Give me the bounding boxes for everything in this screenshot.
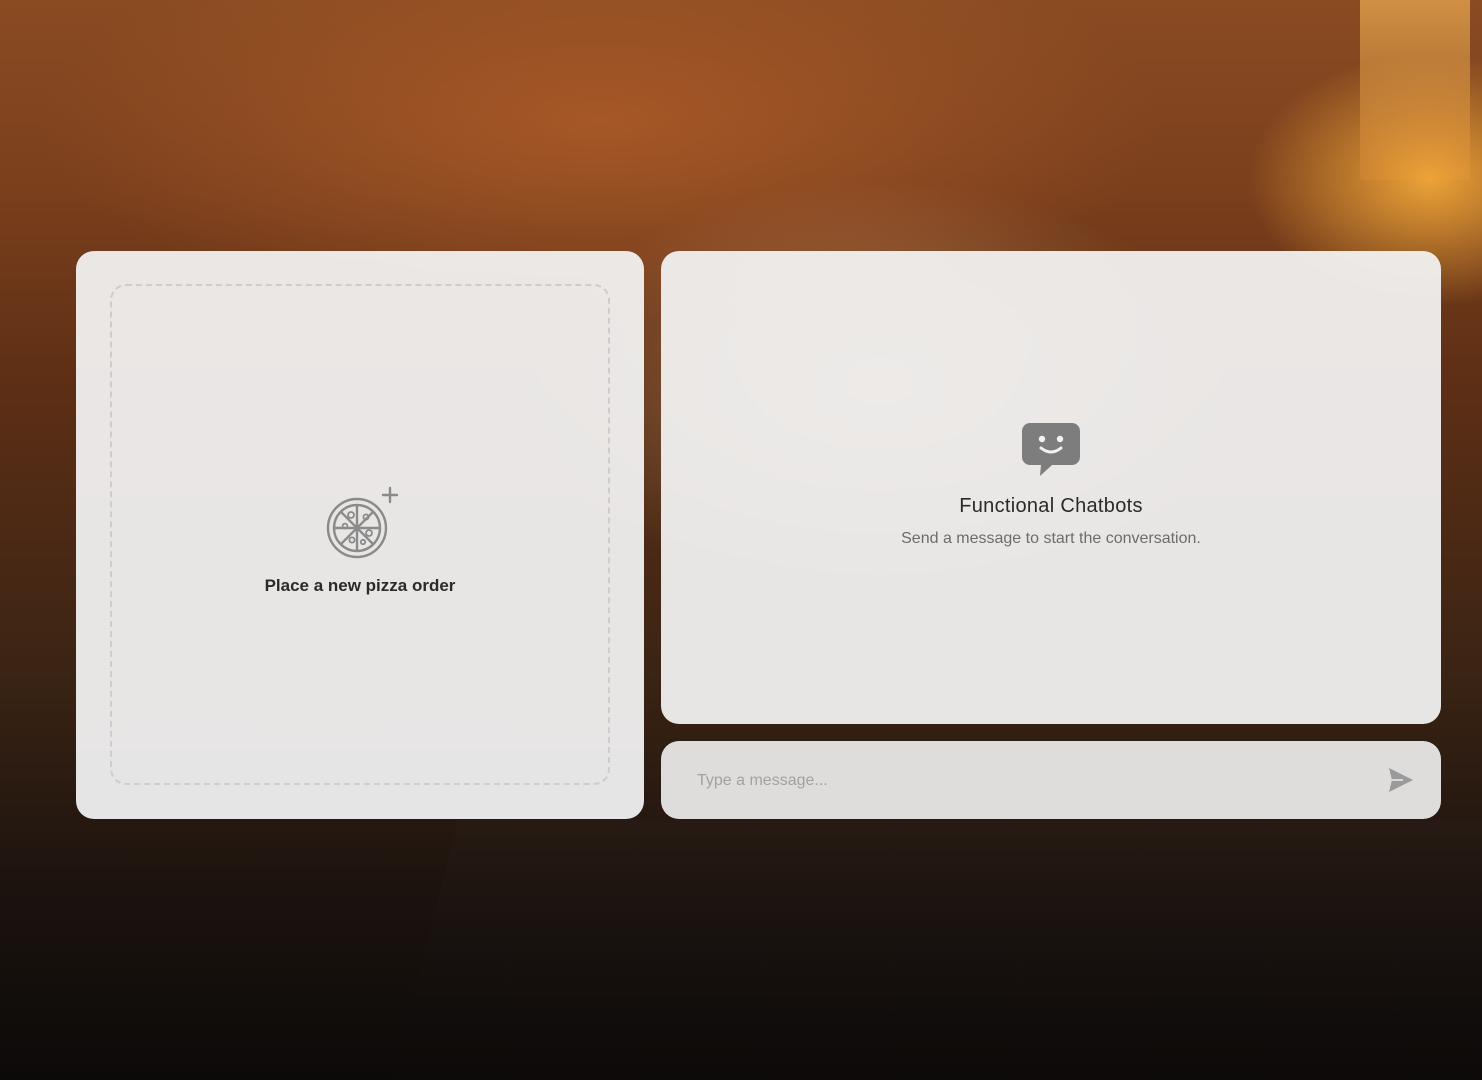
background-light-beam — [1360, 0, 1470, 180]
new-order-button[interactable]: Place a new pizza order — [110, 284, 610, 785]
chat-empty-state: Functional Chatbots Send a message to st… — [661, 423, 1441, 548]
order-panel: Place a new pizza order — [76, 251, 644, 819]
chat-panel: Functional Chatbots Send a message to st… — [661, 251, 1441, 724]
chat-subtitle: Send a message to start the conversation… — [901, 530, 1201, 547]
pizza-add-icon — [326, 486, 399, 558]
message-composer — [661, 741, 1441, 821]
message-input[interactable] — [695, 741, 1359, 821]
send-button[interactable] — [1383, 765, 1417, 795]
send-icon — [1389, 768, 1413, 792]
chatbot-smile-icon — [1022, 423, 1080, 476]
background-shadow — [382, 820, 1482, 1080]
chat-title: Functional Chatbots — [959, 495, 1143, 517]
new-order-label: Place a new pizza order — [264, 575, 456, 595]
